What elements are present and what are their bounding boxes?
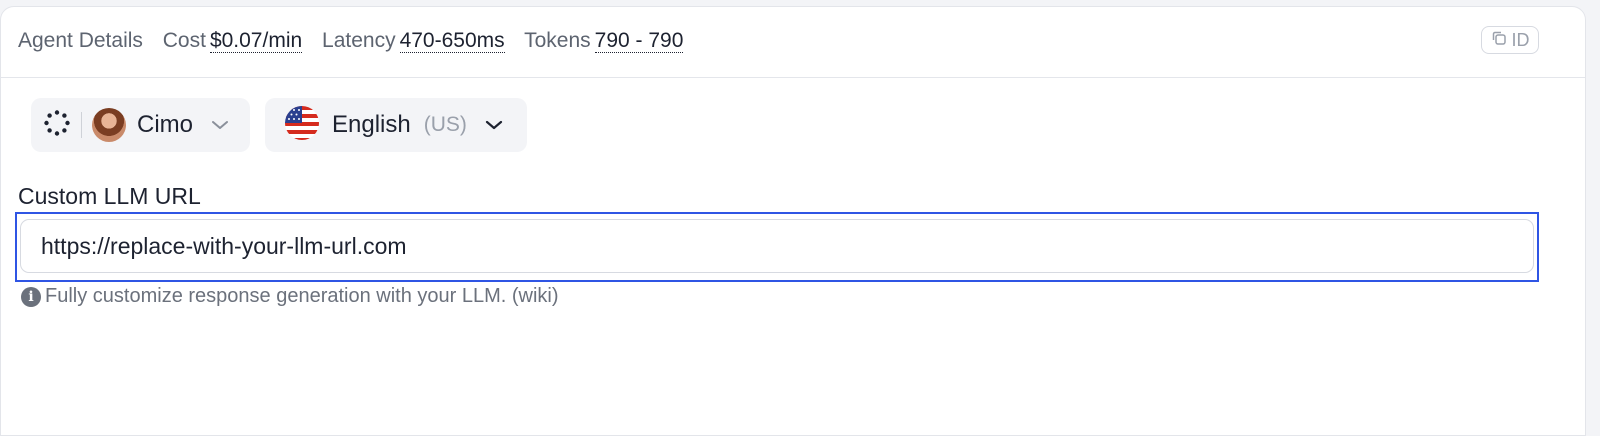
custom-llm-url-input[interactable] bbox=[20, 219, 1534, 273]
us-flag-icon bbox=[285, 105, 319, 145]
custom-llm-url-label: Custom LLM URL bbox=[18, 183, 201, 209]
tokens-value[interactable]: 790 - 790 bbox=[594, 29, 684, 53]
chevron-down-icon bbox=[211, 119, 229, 131]
latency-label: Latency bbox=[322, 29, 396, 52]
agent-details-title: Agent Details bbox=[18, 29, 143, 52]
agent-details-header: Agent Details Cost $0.07/min Latency 470-6… bbox=[1, 7, 1585, 78]
chevron-down-icon bbox=[485, 119, 503, 131]
agent-details-panel: Agent Details Cost $0.07/min Latency 470-6… bbox=[0, 6, 1586, 436]
cost-metric: Cost $0.07/min bbox=[162, 29, 303, 53]
custom-llm-help: i Fully customize response generation wi… bbox=[21, 285, 559, 308]
custom-llm-help-text: Fully customize response generation with… bbox=[45, 285, 559, 307]
dotted-circle-icon bbox=[44, 109, 70, 141]
cost-label: Cost bbox=[162, 29, 206, 52]
voice-divider bbox=[81, 112, 82, 138]
tokens-metric: Tokens 790 - 790 bbox=[524, 29, 684, 53]
language-name: English bbox=[332, 111, 411, 138]
tokens-label: Tokens bbox=[524, 29, 591, 52]
agent-metrics: Agent Details Cost $0.07/min Latency 470-6… bbox=[18, 29, 697, 53]
language-selector[interactable]: English (US) bbox=[265, 98, 527, 152]
copy-id-label: ID bbox=[1511, 29, 1530, 50]
custom-llm-url-focus-ring bbox=[15, 212, 1539, 282]
voice-name: Cimo bbox=[137, 111, 194, 138]
copy-icon bbox=[1491, 30, 1507, 51]
latency-metric: Latency 470-650ms bbox=[322, 29, 505, 53]
cost-value[interactable]: $0.07/min bbox=[209, 29, 303, 53]
language-region: (US) bbox=[423, 113, 467, 136]
voice-avatar bbox=[92, 108, 126, 142]
info-icon: i bbox=[21, 286, 41, 307]
voice-selector[interactable]: Cimo bbox=[31, 98, 250, 152]
copy-id-button[interactable]: ID bbox=[1481, 26, 1539, 54]
latency-value[interactable]: 470-650ms bbox=[399, 29, 505, 53]
